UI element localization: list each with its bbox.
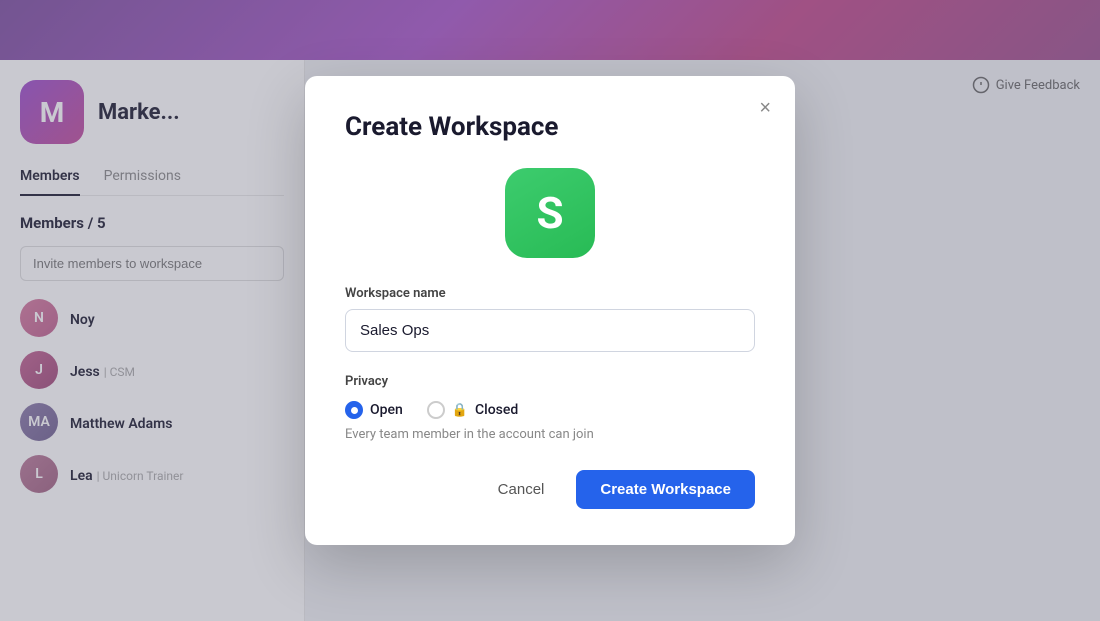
radio-closed-label: Closed [475, 402, 518, 418]
modal-overlay: × Create Workspace S Workspace name Priv… [0, 0, 1100, 621]
modal-dialog: × Create Workspace S Workspace name Priv… [305, 76, 795, 545]
create-workspace-button[interactable]: Create Workspace [576, 470, 755, 509]
modal-title: Create Workspace [345, 112, 755, 142]
workspace-name-input[interactable] [345, 309, 755, 352]
modal-workspace-icon[interactable]: S [505, 168, 595, 258]
privacy-label: Privacy [345, 374, 755, 389]
close-button[interactable]: × [755, 94, 775, 122]
privacy-description: Every team member in the account can joi… [345, 427, 755, 442]
privacy-options: Open 🔒 Closed [345, 401, 755, 419]
radio-open-label: Open [370, 402, 403, 418]
background-page: M Marke... Members Permissions Members /… [0, 0, 1100, 621]
modal-icon-area: S [345, 168, 755, 258]
modal-actions: Cancel Create Workspace [345, 470, 755, 509]
radio-closed-circle [427, 401, 445, 419]
workspace-name-label: Workspace name [345, 286, 755, 301]
lock-icon: 🔒 [452, 403, 468, 418]
cancel-button[interactable]: Cancel [480, 471, 563, 508]
radio-closed[interactable]: 🔒 Closed [427, 401, 518, 419]
privacy-section: Privacy Open 🔒 Closed Every team member … [345, 374, 755, 442]
radio-open-circle [345, 401, 363, 419]
radio-open[interactable]: Open [345, 401, 403, 419]
